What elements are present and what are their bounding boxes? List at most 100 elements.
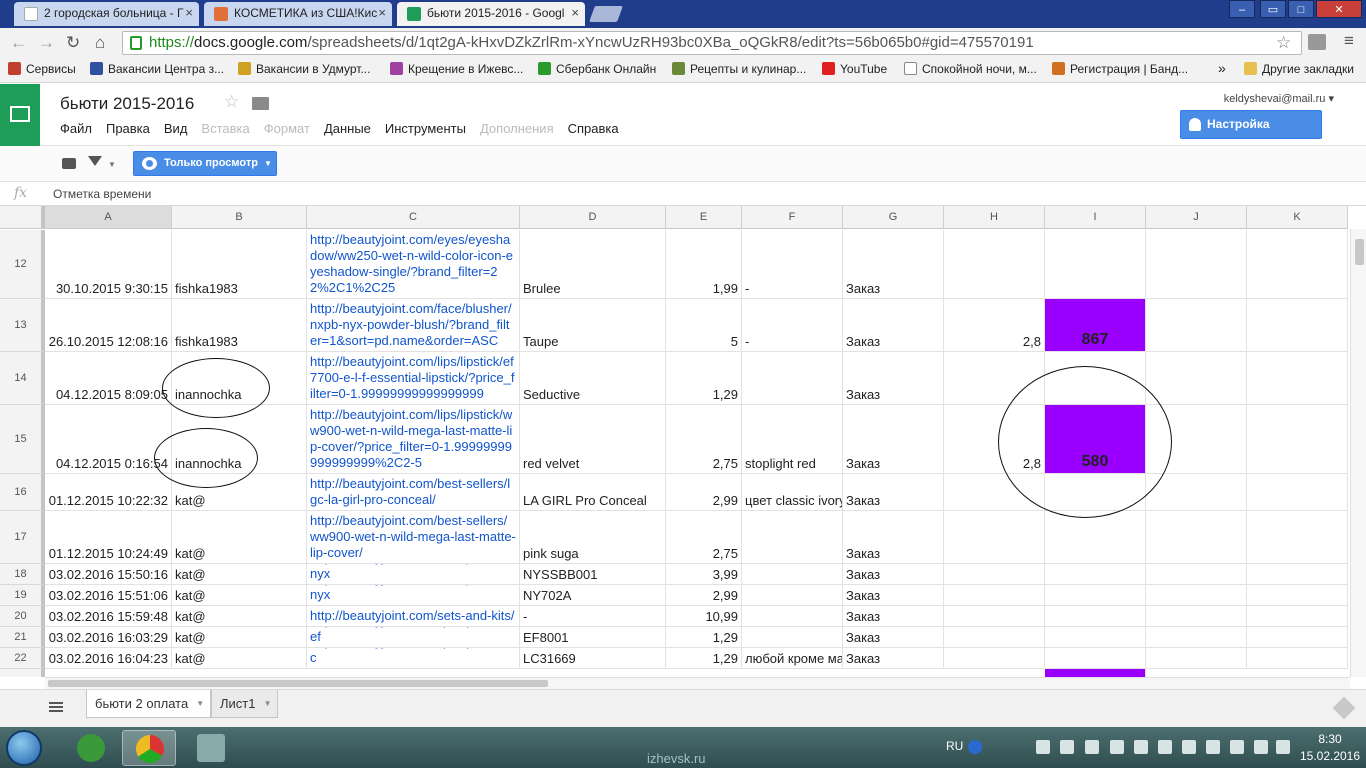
cell-f-21[interactable] — [742, 627, 843, 648]
row-header[interactable]: 22 — [0, 648, 45, 669]
formula-content[interactable]: Отметка времени — [53, 187, 151, 201]
cell-c-14[interactable]: http://beautyjoint.com/lips/lipstick/ef7… — [307, 352, 520, 405]
cell-empty[interactable] — [1146, 585, 1247, 606]
tray-app-icon[interactable] — [1134, 740, 1148, 754]
cell-g-13[interactable]: Заказ — [843, 299, 944, 352]
cell-b-16[interactable]: kat@ — [172, 474, 307, 511]
bookmark-item[interactable]: Сервисы — [8, 62, 76, 76]
vertical-scrollbar[interactable] — [1350, 229, 1366, 677]
cell-d-15[interactable]: red velvet — [520, 405, 666, 474]
close-tab-icon[interactable]: × — [378, 5, 386, 20]
row-header[interactable]: 19 — [0, 585, 45, 606]
column-header-a[interactable]: A — [45, 206, 172, 229]
cell-a-14[interactable]: 04.12.2015 8:09:05 — [45, 352, 172, 405]
row-header[interactable] — [0, 669, 45, 677]
cell-empty[interactable] — [1146, 474, 1247, 511]
menu-item-3[interactable]: Вид — [164, 121, 188, 136]
cell-f-20[interactable] — [742, 606, 843, 627]
cell-empty[interactable] — [1146, 405, 1247, 474]
cell-e-20[interactable]: 10,99 — [666, 606, 742, 627]
column-header-e[interactable]: E — [666, 206, 742, 229]
cell-i-14[interactable] — [1045, 352, 1146, 405]
cell-g-21[interactable]: Заказ — [843, 627, 944, 648]
cell-empty[interactable] — [1247, 474, 1348, 511]
cell-c-16[interactable]: http://beautyjoint.com/best-sellers/lgc-… — [307, 474, 520, 511]
cell-i-20[interactable] — [1045, 606, 1146, 627]
cell-empty[interactable] — [1247, 627, 1348, 648]
scroll-thumb[interactable] — [48, 680, 548, 687]
cell-b-18[interactable]: kat@ — [172, 564, 307, 585]
cell-c-19[interactable]: http://beautyjoint.com/face/powder/nyx — [307, 585, 520, 606]
row-header[interactable]: 12 — [0, 230, 45, 299]
close-tab-icon[interactable]: × — [185, 5, 193, 20]
cell-h-20[interactable] — [944, 606, 1045, 627]
clock-date[interactable]: 15.02.2016 — [1294, 749, 1366, 763]
cell-f-15[interactable]: stoplight red — [742, 405, 843, 474]
cell-c-13[interactable]: http://beautyjoint.com/face/blusher/nxpb… — [307, 299, 520, 352]
minimize-icon[interactable]: – — [1229, 0, 1255, 18]
maximize-icon[interactable]: □ — [1288, 0, 1314, 18]
all-sheets-icon[interactable] — [49, 702, 63, 712]
network-icon[interactable] — [1158, 740, 1172, 754]
row-header[interactable]: 15 — [0, 405, 45, 474]
cell-d-20[interactable]: - — [520, 606, 666, 627]
cell-f-13[interactable]: - — [742, 299, 843, 352]
help-icon[interactable] — [968, 740, 982, 754]
menu-icon[interactable]: ≡ — [1344, 31, 1354, 51]
chrome-taskbar-button[interactable] — [122, 730, 176, 766]
cell-h-19[interactable] — [944, 585, 1045, 606]
column-header-j[interactable]: J — [1146, 206, 1247, 229]
tray-app-icon[interactable] — [1060, 740, 1074, 754]
start-button[interactable] — [6, 730, 42, 766]
cell-empty[interactable] — [1146, 299, 1247, 352]
cell-a-17[interactable]: 01.12.2015 10:24:49 — [45, 511, 172, 564]
cell-f-16[interactable]: цвет classic ivory — [742, 474, 843, 511]
cell-h-22[interactable] — [944, 648, 1045, 669]
cell-a-16[interactable]: 01.12.2015 10:22:32 — [45, 474, 172, 511]
account-email[interactable]: keldyshevai@mail.ru ▾ — [1224, 92, 1334, 105]
menu-item-2[interactable]: Правка — [106, 121, 150, 136]
forward-icon[interactable]: → — [38, 33, 55, 53]
cell-h-14[interactable] — [944, 352, 1045, 405]
volume-icon[interactable] — [1230, 740, 1244, 754]
cell-g-12[interactable]: Заказ — [843, 230, 944, 299]
cell-i-22[interactable] — [1045, 648, 1146, 669]
explore-icon[interactable] — [1332, 696, 1356, 720]
cell-i-12[interactable] — [1045, 230, 1146, 299]
cell-h-16[interactable] — [944, 474, 1045, 511]
back-icon[interactable]: ← — [10, 33, 27, 53]
cell-h-15[interactable]: 2,8 — [944, 405, 1045, 474]
cell-empty[interactable] — [1247, 648, 1348, 669]
cell-empty[interactable] — [1247, 230, 1348, 299]
user-icon[interactable]: ▭ — [1260, 0, 1286, 18]
cell-b-13[interactable]: fishka1983 — [172, 299, 307, 352]
window-close-icon[interactable]: ✕ — [1316, 0, 1362, 18]
sheet-tab-2[interactable]: Лист1 ▼ — [211, 690, 279, 718]
calculator-taskbar-button[interactable] — [184, 730, 238, 766]
bookmark-item[interactable]: Вакансии Центра з... — [90, 62, 224, 76]
cell-g-20[interactable]: Заказ — [843, 606, 944, 627]
cell-c-20[interactable]: http://beautyjoint.com/sets-and-kits/ — [307, 606, 520, 627]
cell-f-18[interactable] — [742, 564, 843, 585]
cell-c-21[interactable]: http://beautyjoint.com/lips/lip-balm/ef — [307, 627, 520, 648]
filter-icon[interactable] — [88, 156, 102, 166]
bookmark-item[interactable]: YouTube — [822, 62, 887, 76]
bookmark-item[interactable]: Крещение в Ижевс... — [390, 62, 523, 76]
battery-icon[interactable] — [1254, 740, 1268, 754]
column-header-g[interactable]: G — [843, 206, 944, 229]
reload-icon[interactable]: ↻ — [66, 33, 80, 53]
utorrent-taskbar-button[interactable] — [64, 730, 118, 766]
cell-e-14[interactable]: 1,29 — [666, 352, 742, 405]
cell-empty[interactable] — [1247, 511, 1348, 564]
cell-i-17[interactable] — [1045, 511, 1146, 564]
cell-empty[interactable] — [1247, 564, 1348, 585]
row-header[interactable]: 17 — [0, 511, 45, 564]
row-header[interactable]: 13 — [0, 299, 45, 352]
action-center-icon[interactable] — [1276, 740, 1290, 754]
select-all-corner[interactable] — [0, 206, 45, 229]
cell-a-20[interactable]: 03.02.2016 15:59:48 — [45, 606, 172, 627]
cell-i-13[interactable]: 867 — [1045, 299, 1146, 352]
cell-f-12[interactable]: - — [742, 230, 843, 299]
cell-empty[interactable] — [1146, 606, 1247, 627]
menu-item-9[interactable]: Справка — [568, 121, 619, 136]
